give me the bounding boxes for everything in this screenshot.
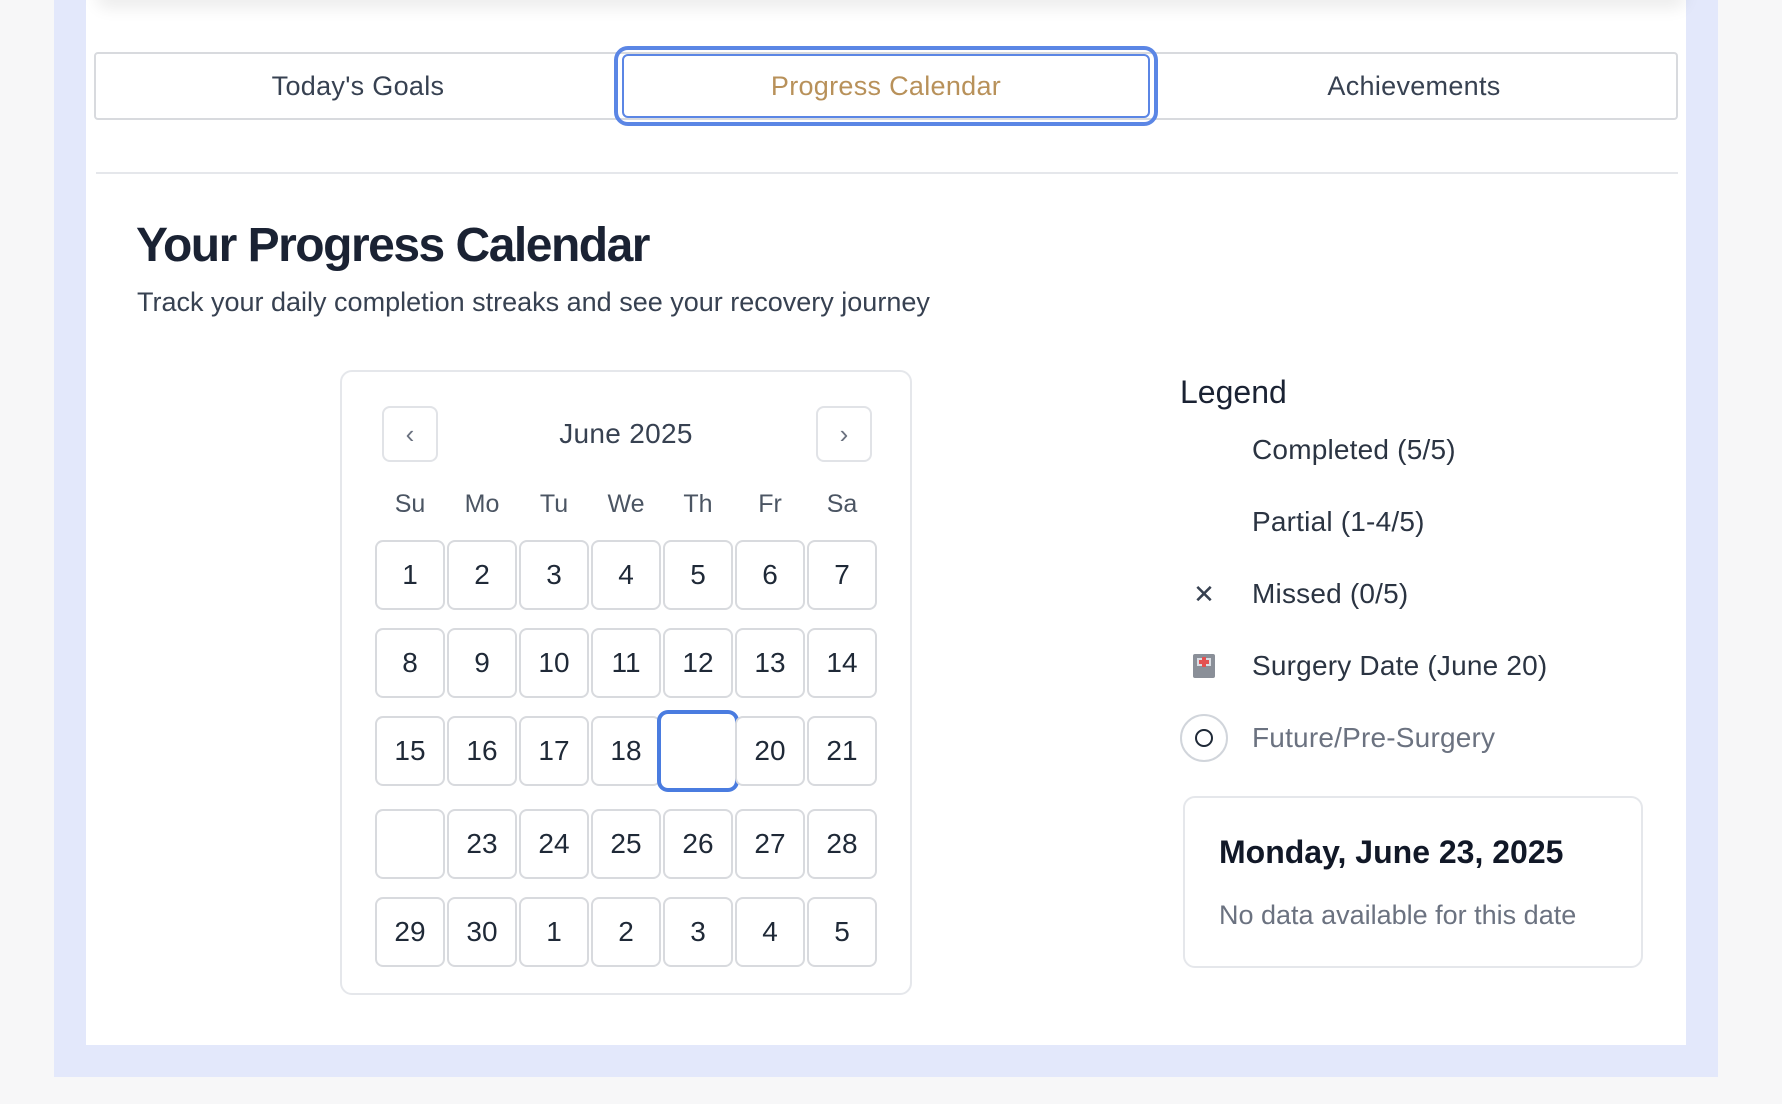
calendar-day[interactable]: 4: [591, 540, 661, 610]
legend-item-missed: ✕ Missed (0/5): [1180, 570, 1408, 618]
calendar-day[interactable]: 26: [663, 809, 733, 879]
close-icon: ✕: [1193, 578, 1215, 609]
calendar-day[interactable]: 25: [591, 809, 661, 879]
legend-item-future: Future/Pre-Surgery: [1180, 714, 1495, 762]
legend-title: Legend: [1180, 374, 1287, 410]
calendar-day[interactable]: 5: [807, 897, 877, 967]
calendar: ‹ June 2025 › Su Mo Tu We Th Fr Sa 12345…: [340, 370, 912, 995]
calendar-day[interactable]: 27: [735, 809, 805, 879]
calendar-day[interactable]: 6: [735, 540, 805, 610]
calendar-day[interactable]: 15: [375, 716, 445, 786]
calendar-day[interactable]: 30: [447, 897, 517, 967]
selected-date-title: Monday, June 23, 2025: [1219, 834, 1564, 870]
calendar-day[interactable]: 23: [447, 809, 517, 879]
weekday-label: Th: [683, 490, 713, 518]
legend-label: Completed (5/5): [1252, 434, 1456, 465]
completed-icon: [1180, 426, 1228, 474]
tab-bar: Today's Goals Progress Calendar Achievem…: [94, 46, 1678, 126]
legend-label: Surgery Date (June 20): [1252, 650, 1548, 681]
calendar-day[interactable]: 28: [807, 809, 877, 879]
weekday-label: Sa: [826, 490, 858, 518]
calendar-day[interactable]: 8: [375, 628, 445, 698]
calendar-day[interactable]: 7: [807, 540, 877, 610]
legend-label: Missed (0/5): [1252, 578, 1409, 609]
weekday-label: Mo: [464, 490, 500, 518]
tab-progress-calendar[interactable]: Progress Calendar: [614, 46, 1158, 126]
tab-achievements[interactable]: Achievements: [1152, 54, 1676, 118]
legend-item-surgery: Surgery Date (June 20): [1180, 642, 1547, 690]
calendar-day[interactable]: 12: [663, 628, 733, 698]
next-month-button[interactable]: ›: [816, 406, 872, 462]
selected-date-card: Monday, June 23, 2025 No data available …: [1183, 796, 1643, 968]
calendar-day[interactable]: 3: [663, 897, 733, 967]
calendar-day[interactable]: 3: [519, 540, 589, 610]
weekday-label: Su: [394, 490, 426, 518]
calendar-day[interactable]: 2: [591, 897, 661, 967]
calendar-day[interactable]: 1: [375, 540, 445, 610]
chevron-right-icon: ›: [839, 418, 849, 449]
calendar-day[interactable]: 1: [519, 897, 589, 967]
legend-label: Partial (1-4/5): [1252, 506, 1425, 537]
calendar-day[interactable]: 21: [807, 716, 877, 786]
calendar-day[interactable]: 14: [807, 628, 877, 698]
calendar-day[interactable]: 29: [375, 897, 445, 967]
calendar-day[interactable]: [658, 711, 738, 791]
page-title: Your Progress Calendar: [136, 219, 650, 272]
calendar-day[interactable]: 9: [447, 628, 517, 698]
section-divider: [96, 172, 1678, 174]
circle-icon: [1180, 714, 1228, 762]
weekday-label: We: [607, 490, 645, 518]
calendar-day[interactable]: 2: [447, 540, 517, 610]
legend-item-partial: Partial (1-4/5): [1180, 498, 1424, 546]
hospital-icon: [1180, 642, 1228, 690]
legend-item-completed: Completed (5/5): [1180, 426, 1456, 474]
calendar-days-grid: 1 2 3 4 5 6 7 8 9 10 11 12 13 14 15 16 17 18 20 21 23 24 25 26 2…: [374, 540, 878, 967]
calendar-day[interactable]: 18: [591, 716, 661, 786]
legend-label: Future/Pre-Surgery: [1252, 722, 1496, 753]
calendar-day[interactable]: 5: [663, 540, 733, 610]
calendar-day[interactable]: 17: [519, 716, 589, 786]
calendar-day[interactable]: [375, 809, 445, 879]
calendar-day[interactable]: 20: [735, 716, 805, 786]
calendar-day[interactable]: 24: [519, 809, 589, 879]
calendar-day[interactable]: 4: [735, 897, 805, 967]
calendar-day[interactable]: 10: [519, 628, 589, 698]
selected-date-note: No data available for this date: [1219, 900, 1577, 930]
weekday-label: Tu: [539, 490, 569, 518]
calendar-day[interactable]: 16: [447, 716, 517, 786]
page-subtitle: Track your daily completion streaks and …: [137, 287, 930, 317]
calendar-day[interactable]: 11: [591, 628, 661, 698]
weekday-header: Su Mo Tu We Th Fr Sa: [374, 490, 878, 519]
calendar-day[interactable]: 13: [735, 628, 805, 698]
partial-icon: [1180, 498, 1228, 546]
tab-todays-goals[interactable]: Today's Goals: [96, 54, 620, 118]
weekday-label: Fr: [758, 490, 782, 518]
